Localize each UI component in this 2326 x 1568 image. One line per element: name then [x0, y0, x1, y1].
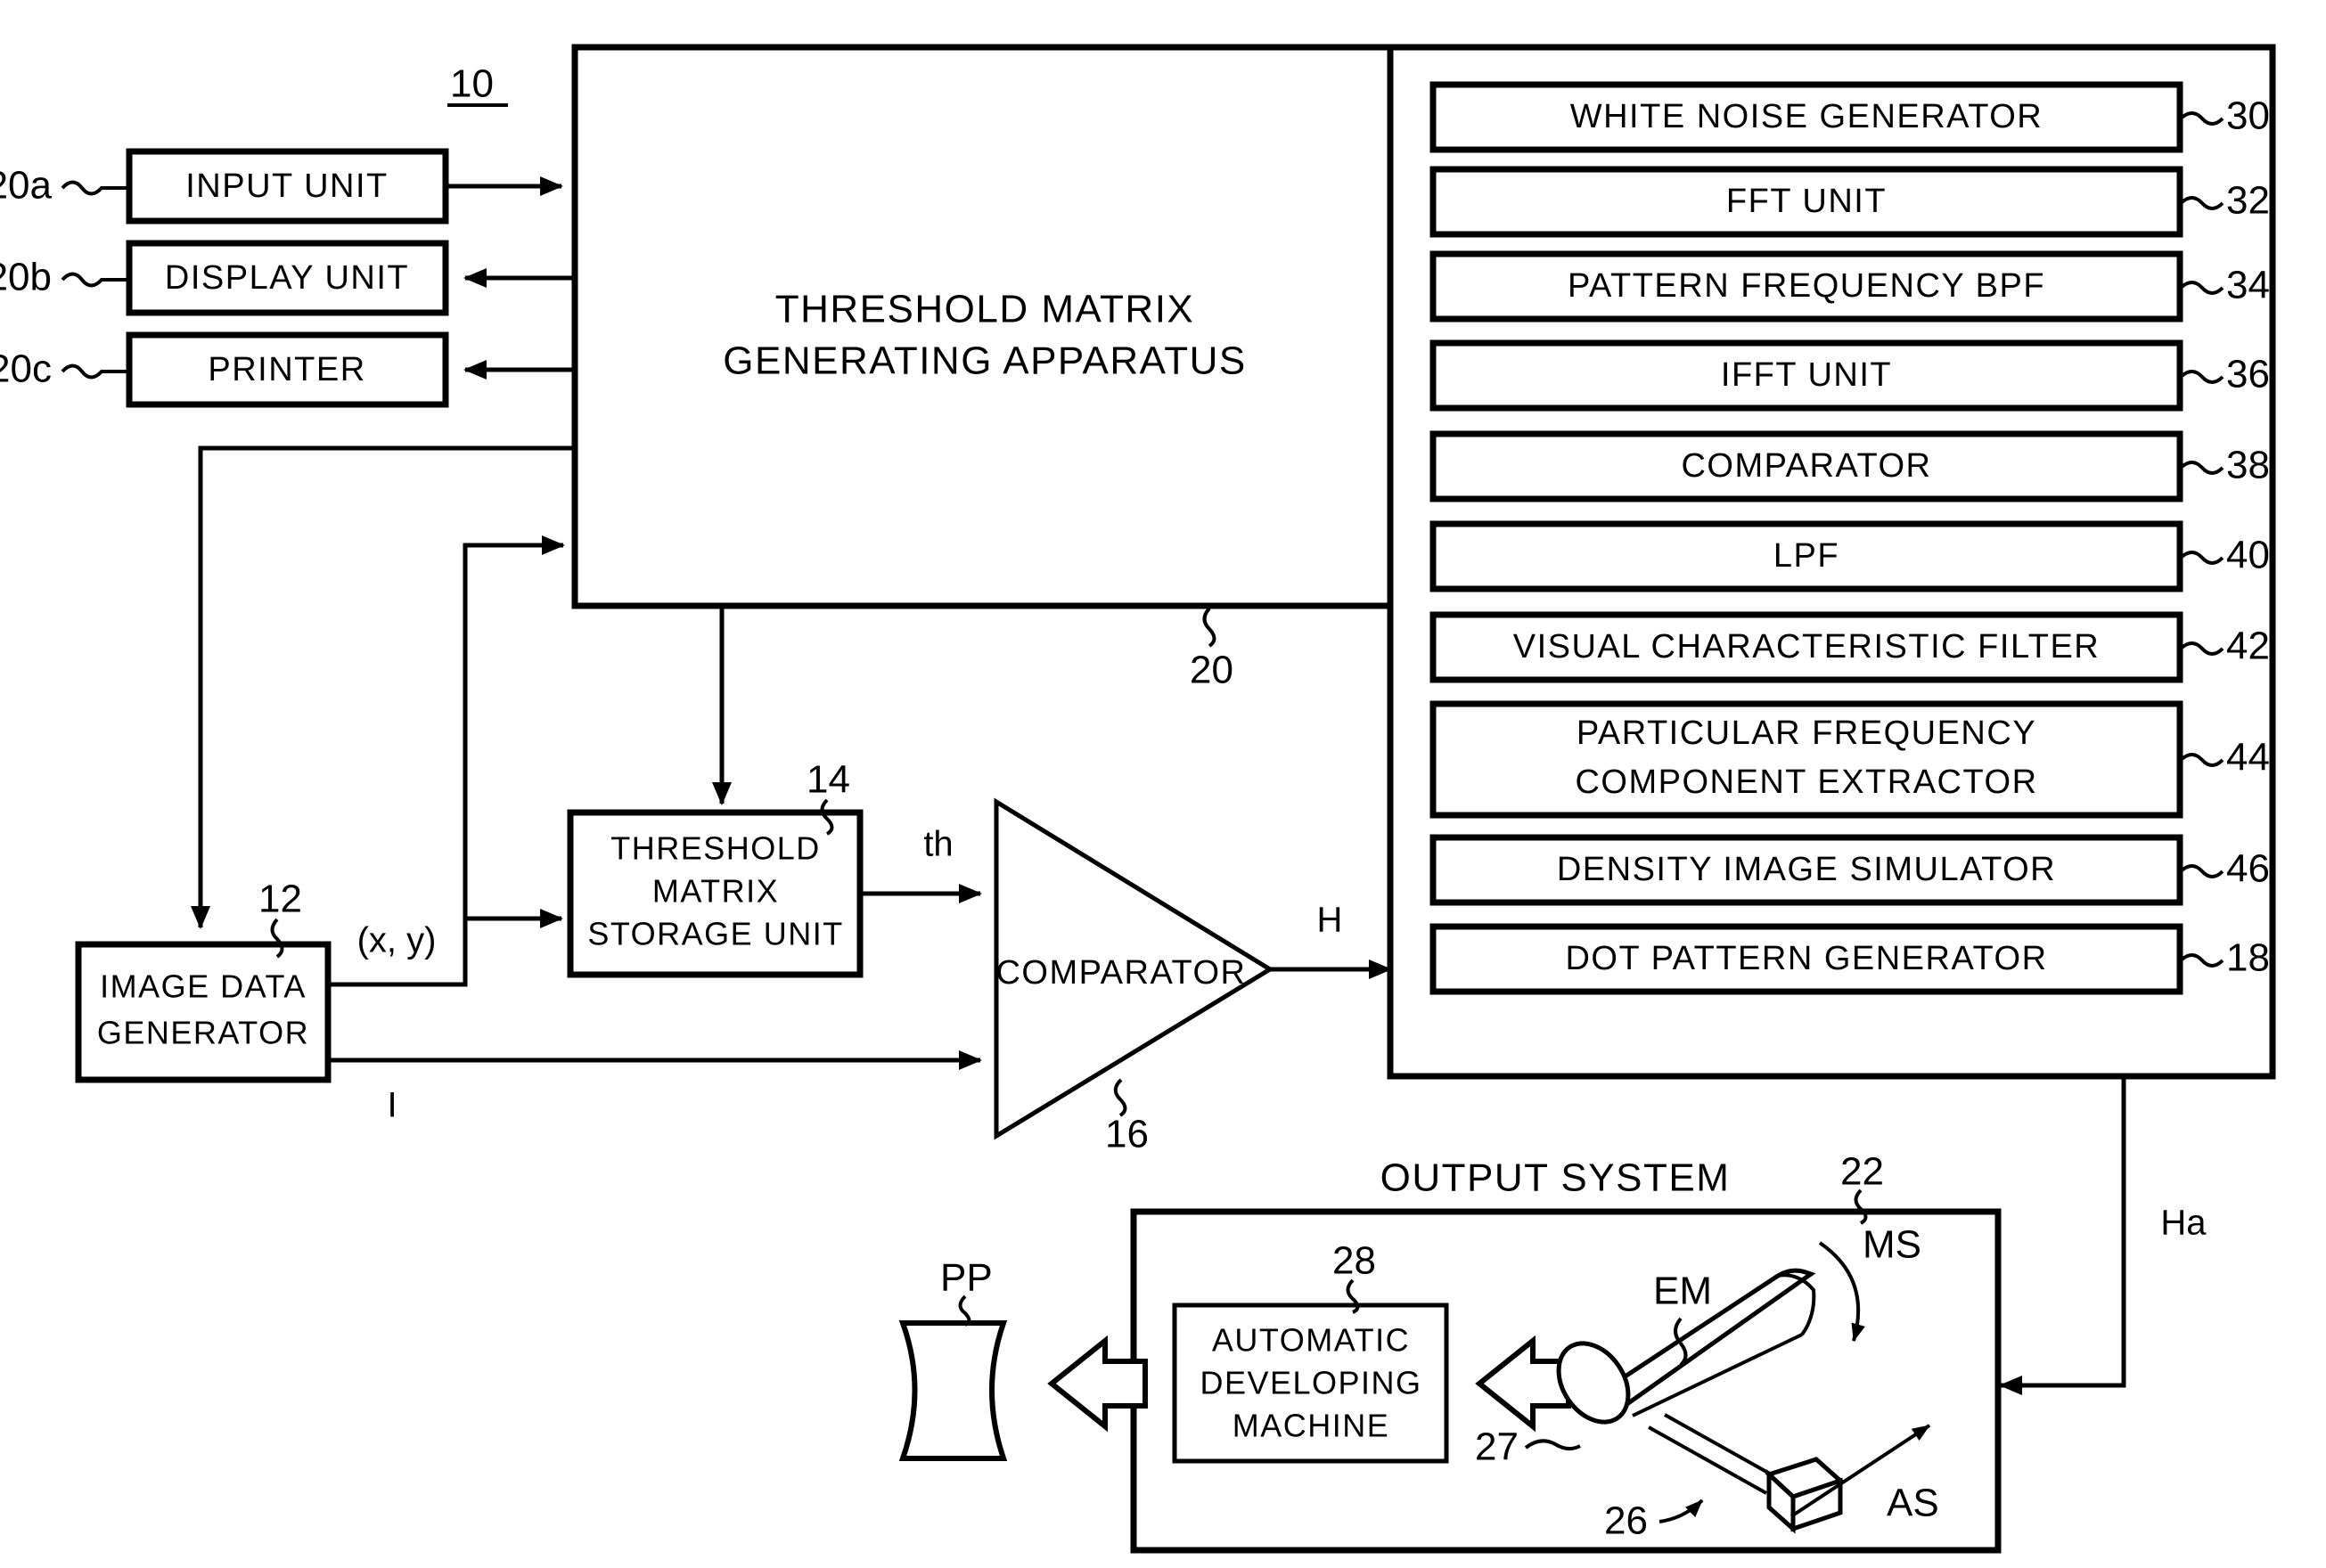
ref-20b-leader	[61, 272, 129, 288]
ref-label-12: 12	[258, 878, 302, 921]
printed-sheet-shape	[898, 1320, 1008, 1461]
ref-label-46: 46	[2226, 847, 2270, 891]
image-data-generator-box	[75, 941, 332, 1083]
module-label-46: DENSITY IMAGE SIMULATOR	[1557, 851, 2056, 888]
signal-label-ha: Ha	[2160, 1204, 2207, 1243]
adm-label-line2: DEVELOPING	[1200, 1365, 1421, 1401]
main-apparatus-title-line1: THRESHOLD MATRIX	[775, 288, 1195, 331]
ref-label-38: 38	[2226, 444, 2270, 487]
signal-label-h: H	[1317, 901, 1343, 940]
module-label-32: FFT UNIT	[1726, 183, 1887, 220]
ref-20a-leader	[61, 180, 129, 196]
ref-label-40: 40	[2226, 534, 2270, 577]
module-label-38: COMPARATOR	[1681, 447, 1931, 485]
ref-label-20a: 20a	[0, 164, 53, 208]
module-label-42: VISUAL CHARACTERISTIC FILTER	[1513, 628, 2101, 666]
print-label-pp: PP	[940, 1256, 993, 1300]
input-unit-label: INPUT UNIT	[185, 167, 389, 205]
threshold-storage-label-line3: STORAGE UNIT	[587, 916, 843, 952]
block-diagram-svg: 10 THRESHOLD MATRIX GENERATING APPARATUS…	[0, 44, 2276, 1554]
module-label-40: LPF	[1773, 537, 1839, 575]
ref-20c-leader	[61, 363, 129, 380]
module-label-36: IFFT UNIT	[1721, 356, 1892, 394]
ref-label-20b: 20b	[0, 256, 52, 299]
ref-label-30: 30	[2226, 94, 2270, 138]
main-scan-label: MS	[1863, 1223, 1921, 1267]
signal-label-th: th	[923, 825, 953, 864]
display-unit-label: DISPLAY UNIT	[165, 259, 409, 297]
image-data-generator-label-line1: IMAGE DATA	[100, 968, 307, 1005]
signal-label-xy: (x, y)	[357, 921, 437, 960]
ref-label-27: 27	[1475, 1425, 1519, 1469]
ref-label-42: 42	[2226, 625, 2270, 668]
ref-16-leader	[1113, 1078, 1127, 1117]
module-label-44-line1: PARTICULAR FREQUENCY	[1577, 715, 2036, 752]
ref-label-18: 18	[2226, 936, 2270, 980]
ref-label-20: 20	[1190, 649, 1233, 692]
module-label-44-line2: COMPONENT EXTRACTOR	[1575, 764, 2037, 801]
threshold-storage-label-line2: MATRIX	[652, 873, 779, 910]
module-label-18: DOT PATTERN GENERATOR	[1565, 940, 2047, 977]
apparatus-to-image-data-generator-line	[191, 445, 575, 929]
signal-label-i: I	[387, 1086, 397, 1125]
ref-label-44: 44	[2226, 736, 2270, 780]
ref-label-32: 32	[2226, 179, 2270, 223]
ha-signal-line	[1999, 1076, 2126, 1395]
module-label-30: WHITE NOISE GENERATOR	[1570, 98, 2043, 135]
adm-label-line1: AUTOMATIC	[1212, 1322, 1410, 1359]
main-apparatus-title-line2: GENERATING APPARATUS	[723, 339, 1246, 383]
ref-label-22: 22	[1840, 1150, 1884, 1194]
module-label-34: PATTERN FREQUENCY BPF	[1568, 267, 2045, 305]
comparator-label: COMPARATOR	[995, 954, 1246, 992]
printer-label: PRINTER	[208, 351, 365, 388]
ref-label-36: 36	[2226, 353, 2270, 396]
ref-label-26: 26	[1604, 1499, 1648, 1543]
ref-20-leader	[1202, 607, 1216, 648]
ref-label-16: 16	[1105, 1113, 1149, 1156]
threshold-storage-label-line1: THRESHOLD	[610, 830, 821, 867]
ref-label-10: 10	[450, 62, 494, 106]
ref-label-14: 14	[807, 758, 850, 802]
ref-label-34: 34	[2226, 264, 2270, 307]
adm-label-line3: MACHINE	[1233, 1408, 1390, 1444]
patent-figure-canvas: 10 THRESHOLD MATRIX GENERATING APPARATUS…	[0, 0, 2326, 1568]
drum-label-em: EM	[1653, 1270, 1712, 1313]
output-system-title: OUTPUT SYSTEM	[1380, 1156, 1731, 1200]
ref-label-28: 28	[1332, 1239, 1376, 1283]
image-data-generator-label-line2: GENERATOR	[97, 1015, 309, 1051]
ref-label-20c: 20c	[0, 347, 52, 391]
aux-scan-label: AS	[1887, 1482, 1939, 1525]
